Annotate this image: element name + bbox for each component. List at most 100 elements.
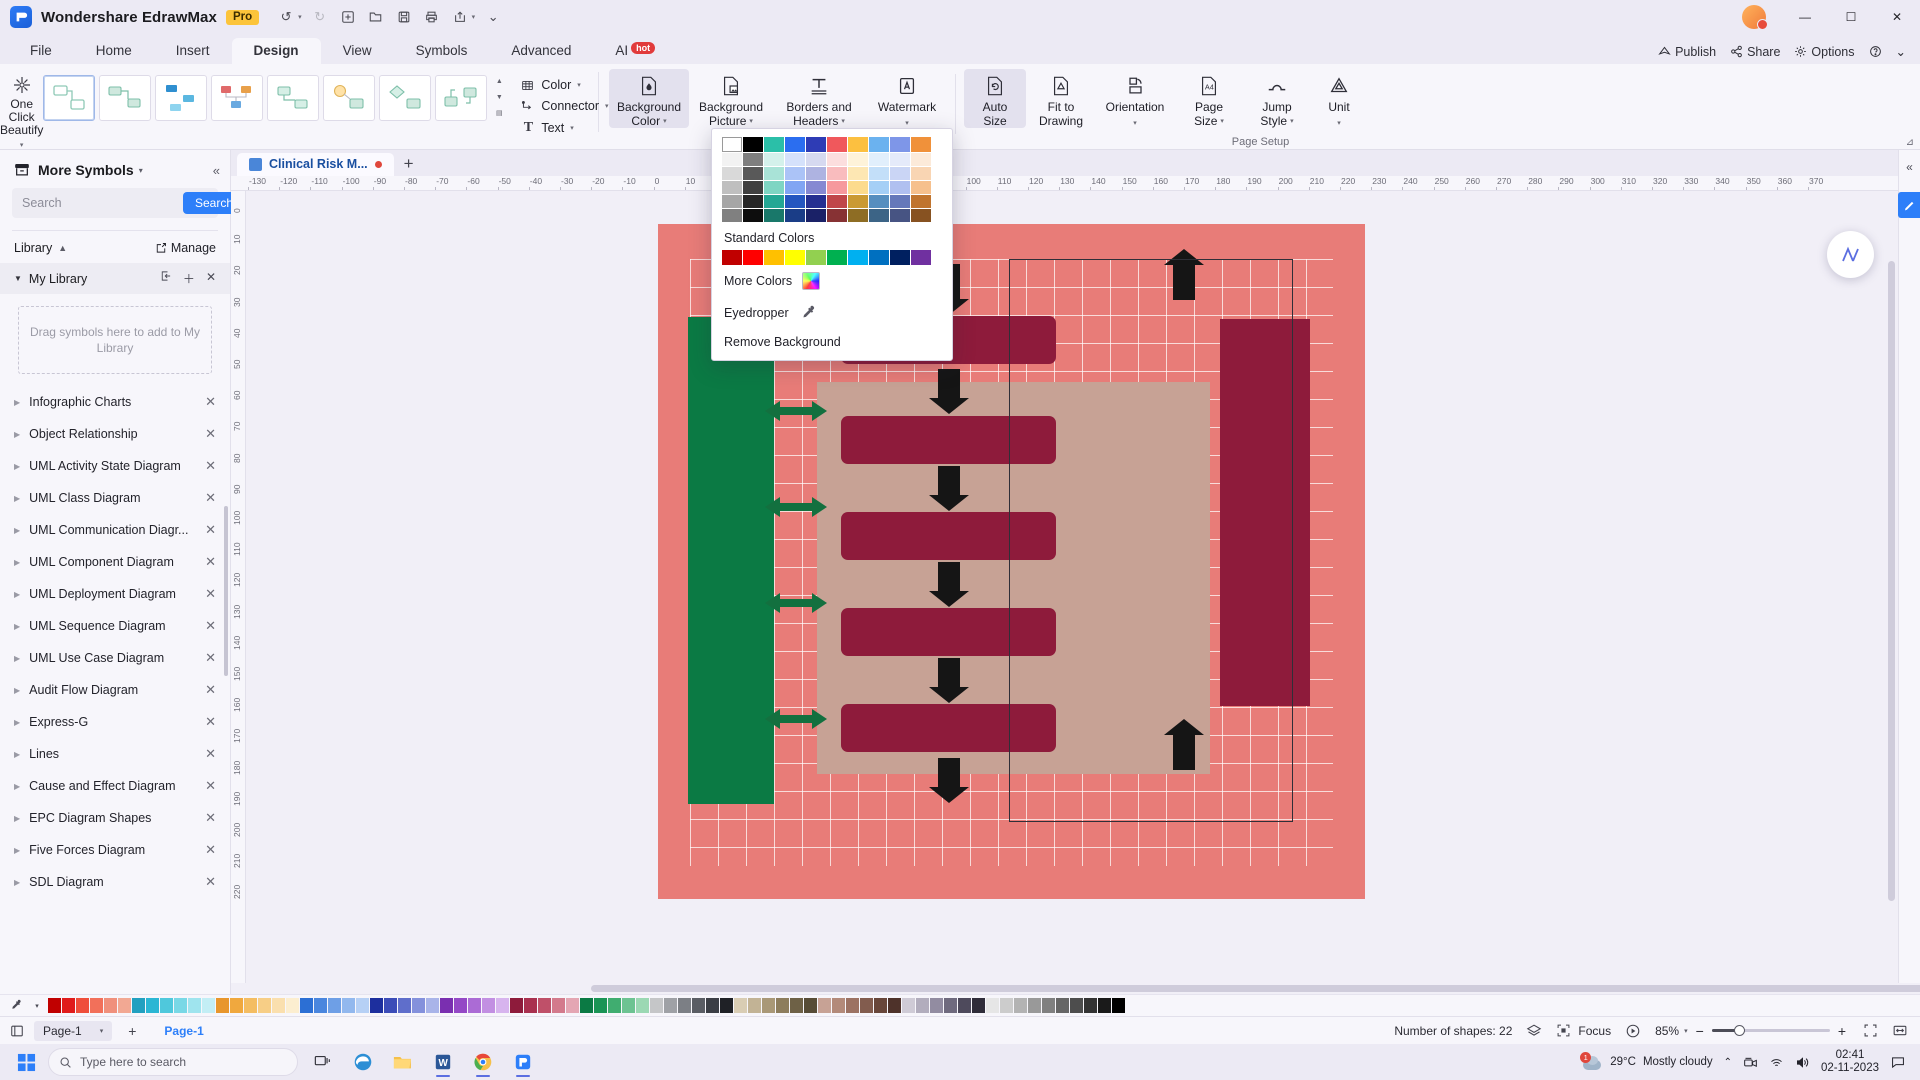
theme-color-swatch[interactable] [848,137,868,152]
new-document-tab-button[interactable]: + [394,154,424,176]
zoom-control[interactable]: 85% ▾ − + [1655,1023,1849,1039]
palette-swatch[interactable] [594,998,607,1013]
library-category-item[interactable]: ▶ UML Use Case Diagram ✕ [0,642,230,674]
theme-color-swatch[interactable] [890,167,910,180]
palette-swatch[interactable] [510,998,523,1013]
palette-swatch[interactable] [300,998,313,1013]
tab-home[interactable]: Home [74,38,154,64]
palette-swatch[interactable] [608,998,621,1013]
theme-color-swatch[interactable] [869,167,889,180]
theme-color-swatch[interactable] [785,209,805,222]
unit-caret-icon[interactable]: ▾ [1337,120,1341,127]
gallery-scroll-controls[interactable]: ▲ ▼ ▤ [492,75,506,121]
palette-swatch[interactable] [132,998,145,1013]
palette-swatch[interactable] [678,998,691,1013]
palette-swatch[interactable] [90,998,103,1013]
theme-color-swatch[interactable] [764,167,784,180]
background-color-caret-icon[interactable]: ▾ [663,115,667,129]
palette-swatch[interactable] [916,998,929,1013]
palette-swatch[interactable] [748,998,761,1013]
palette-swatch[interactable] [664,998,677,1013]
palette-swatch[interactable] [62,998,75,1013]
category-expand-icon[interactable]: ▶ [14,782,20,791]
one-click-beautify-button[interactable]: One Click Beautify ▾ [0,69,43,152]
standard-color-swatch[interactable] [911,250,931,265]
theme-color-swatch[interactable] [848,209,868,222]
library-category-item[interactable]: ▶ SDL Diagram ✕ [0,866,230,898]
theme-color-swatch[interactable] [743,181,763,194]
theme-color-swatch[interactable] [848,153,868,166]
double-arrow-2[interactable] [765,497,827,517]
palette-swatch[interactable] [314,998,327,1013]
remove-category-icon[interactable]: ✕ [205,490,216,506]
palette-swatch[interactable] [244,998,257,1013]
theme-color-swatch[interactable] [827,195,847,208]
arrow-down-6[interactable] [929,758,969,803]
text-menu-item[interactable]: T Text ▾ [516,119,613,137]
theme-color-swatch[interactable] [911,195,931,208]
weather-widget[interactable]: 1 29°C Mostly cloudy [1580,1052,1713,1070]
tab-view[interactable]: View [321,38,394,64]
palette-swatch[interactable] [412,998,425,1013]
palette-swatch[interactable] [146,998,159,1013]
remove-background-item[interactable]: Remove Background [712,328,952,356]
standard-color-swatch[interactable] [764,250,784,265]
palette-swatch[interactable] [426,998,439,1013]
remove-category-icon[interactable]: ✕ [205,714,216,730]
drawing-sheet[interactable] [246,191,1920,983]
palette-swatch[interactable] [874,998,887,1013]
theme-color-swatch[interactable] [743,137,763,152]
palette-swatch[interactable] [972,998,985,1013]
palette-swatch[interactable] [328,998,341,1013]
palette-swatch[interactable] [1112,998,1125,1013]
palette-swatch[interactable] [496,998,509,1013]
library-category-item[interactable]: ▶ UML Activity State Diagram ✕ [0,450,230,482]
theme-color-swatch[interactable] [806,153,826,166]
palette-swatch[interactable] [342,998,355,1013]
category-expand-icon[interactable]: ▶ [14,590,20,599]
gallery-scroll-up-icon[interactable]: ▲ [492,75,506,89]
library-category-item[interactable]: ▶ Object Relationship ✕ [0,418,230,450]
edrawmax-icon[interactable] [504,1046,542,1078]
theme-color-swatch[interactable] [722,153,742,166]
standard-color-swatch[interactable] [722,250,742,265]
sidebar-title-caret-icon[interactable]: ▾ [139,166,143,175]
beautify-style-1[interactable] [43,75,96,121]
palette-caret-icon[interactable]: ▾ [26,1002,48,1010]
shape-green-left-bar[interactable] [688,317,774,804]
manage-button[interactable]: Manage [155,241,216,255]
category-expand-icon[interactable]: ▶ [14,814,20,823]
borders-and-headers-button[interactable]: Borders and Headers ▾ [773,69,865,128]
page-selector[interactable]: Page-1 ▾ [34,1020,113,1041]
meet-now-icon[interactable] [1743,1055,1758,1070]
presentation-icon[interactable] [1625,1023,1641,1039]
layers-icon[interactable] [1526,1023,1542,1039]
category-expand-icon[interactable]: ▶ [14,622,20,631]
palette-swatch[interactable] [580,998,593,1013]
double-arrow-1[interactable] [765,401,827,421]
library-category-item[interactable]: ▶ Five Forces Diagram ✕ [0,834,230,866]
maximize-button[interactable]: ☐ [1828,0,1874,34]
palette-swatch[interactable] [286,998,299,1013]
print-icon[interactable] [419,5,445,29]
beautify-style-4[interactable] [211,75,264,121]
tab-symbols[interactable]: Symbols [394,38,490,64]
palette-swatch[interactable] [76,998,89,1013]
theme-color-swatch[interactable] [764,153,784,166]
theme-color-swatch[interactable] [827,153,847,166]
library-category-item[interactable]: ▶ Express-G ✕ [0,706,230,738]
theme-color-swatch[interactable] [764,181,784,194]
page-selector-caret-icon[interactable]: ▾ [100,1027,104,1035]
color-caret-icon[interactable]: ▾ [577,81,581,89]
export-caret-icon[interactable]: ▾ [472,13,476,21]
remove-category-icon[interactable]: ✕ [205,554,216,570]
theme-color-swatch[interactable] [827,209,847,222]
auto-size-button[interactable]: Auto Size [964,69,1026,128]
theme-colors-grid[interactable] [712,137,952,222]
remove-category-icon[interactable]: ✕ [205,746,216,762]
theme-color-swatch[interactable] [848,181,868,194]
collapse-ribbon-icon[interactable]: ⌄ [1896,44,1906,59]
palette-swatch[interactable] [230,998,243,1013]
theme-color-swatch[interactable] [722,137,742,152]
export-icon[interactable] [447,5,473,29]
